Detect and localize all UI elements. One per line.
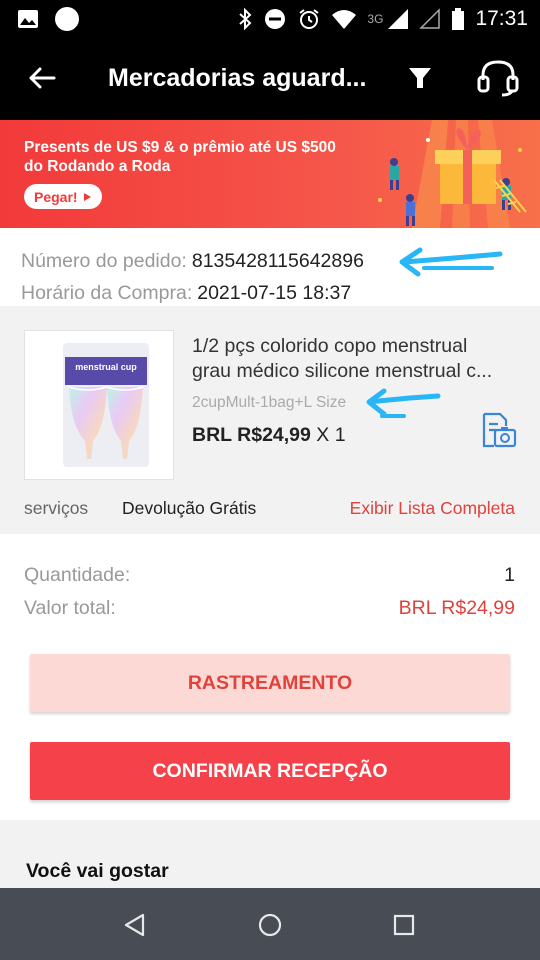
suggestions-title: Você vai gostar [26, 860, 169, 882]
gallery-icon [18, 10, 38, 28]
product-price: BRL R$24,99 [192, 424, 311, 446]
nav-home-icon [258, 913, 282, 937]
view-full-list-link[interactable]: Exibir Lista Completa [350, 498, 515, 519]
customer-service-button[interactable] [474, 58, 522, 98]
banner-text: Presents de US $9 & o prêmio até US $500… [24, 139, 336, 175]
purchase-time-row: Horário da Compra: 2021-07-15 18:37 [21, 282, 351, 305]
order-number-label: Número do pedido: [21, 250, 187, 272]
network-type: 3G [367, 12, 384, 26]
signal-empty-icon [419, 8, 441, 29]
total-label: Valor total: [24, 597, 116, 619]
promo-banner[interactable]: Presents de US $9 & o prêmio até US $500… [0, 120, 540, 228]
circle-icon [55, 7, 79, 31]
app-header: Mercadorias aguard... [0, 38, 540, 120]
nav-back-button[interactable] [118, 908, 152, 942]
product-quantity: X 1 [310, 424, 346, 446]
order-totals: Quantidade: 1 Valor total: BRL R$24,99 R… [0, 534, 540, 820]
filter-button[interactable] [404, 62, 436, 94]
tracking-button[interactable]: RASTREAMENTO [30, 654, 510, 712]
product-section: menstrual cup 1/2 pçs colorido copo mens… [0, 306, 540, 534]
snapshot-button[interactable] [478, 412, 518, 450]
quantity-value: 1 [504, 564, 515, 586]
suggestions-section: Você vai gostar [0, 820, 540, 888]
nav-recents-button[interactable] [387, 908, 421, 942]
order-info: Número do pedido: 8135428115642896 Horári… [0, 228, 540, 306]
nav-back-icon [124, 913, 145, 937]
filter-icon [409, 68, 431, 88]
snapshot-icon [482, 412, 517, 448]
nav-home-button[interactable] [253, 908, 287, 942]
back-arrow-icon [29, 67, 56, 89]
bluetooth-icon [239, 7, 252, 31]
battery-icon [452, 8, 465, 30]
product-title[interactable]: 1/2 pçs colorido copo menstrual grau méd… [192, 334, 518, 384]
product-sku: 2cupMult-1bag+L Size [192, 394, 347, 411]
total-value: BRL R$24,99 [398, 597, 515, 619]
status-bar: 3G 17:31 [0, 0, 540, 38]
page-title: Mercadorias aguard... [108, 64, 367, 92]
do-not-disturb-icon [265, 9, 286, 29]
pegar-button[interactable]: Pegar! [24, 184, 102, 209]
free-return-label: Devolução Grátis [122, 498, 257, 518]
annotation-arrow-2-icon [366, 388, 441, 418]
menstrual-cup-package-icon: menstrual cup [63, 343, 149, 467]
system-nav-bar [0, 888, 540, 960]
purchase-time-value: 2021-07-15 18:37 [197, 282, 352, 304]
back-button[interactable] [24, 60, 60, 96]
signal-icon [388, 9, 409, 29]
product-price-row: BRL R$24,99 X 1 [192, 424, 346, 447]
product-title-line2: grau médico silicone menstrual c... [192, 360, 493, 382]
product-image[interactable]: menstrual cup [24, 330, 174, 480]
quantity-label: Quantidade: [24, 564, 131, 586]
confirm-receipt-button[interactable]: CONFIRMAR RECEPÇÃO [30, 742, 510, 800]
wifi-icon [332, 10, 357, 29]
nav-recents-icon [393, 914, 415, 936]
annotation-arrow-icon [399, 247, 503, 277]
purchase-time-label: Horário da Compra: [21, 282, 193, 304]
headset-icon [477, 60, 519, 97]
gift-illustration [378, 120, 527, 228]
package-label: menstrual cup [75, 362, 137, 372]
pegar-label: Pegar! [34, 188, 78, 205]
services-label: serviços [24, 498, 89, 518]
alarm-icon [299, 9, 320, 29]
order-number-value: 8135428115642896 [191, 250, 364, 272]
order-number-row: Número do pedido: 8135428115642896 [21, 250, 364, 273]
play-triangle-icon [83, 192, 91, 201]
product-title-line1: 1/2 pçs colorido copo menstrual [192, 335, 468, 357]
clock: 17:31 [475, 7, 528, 30]
